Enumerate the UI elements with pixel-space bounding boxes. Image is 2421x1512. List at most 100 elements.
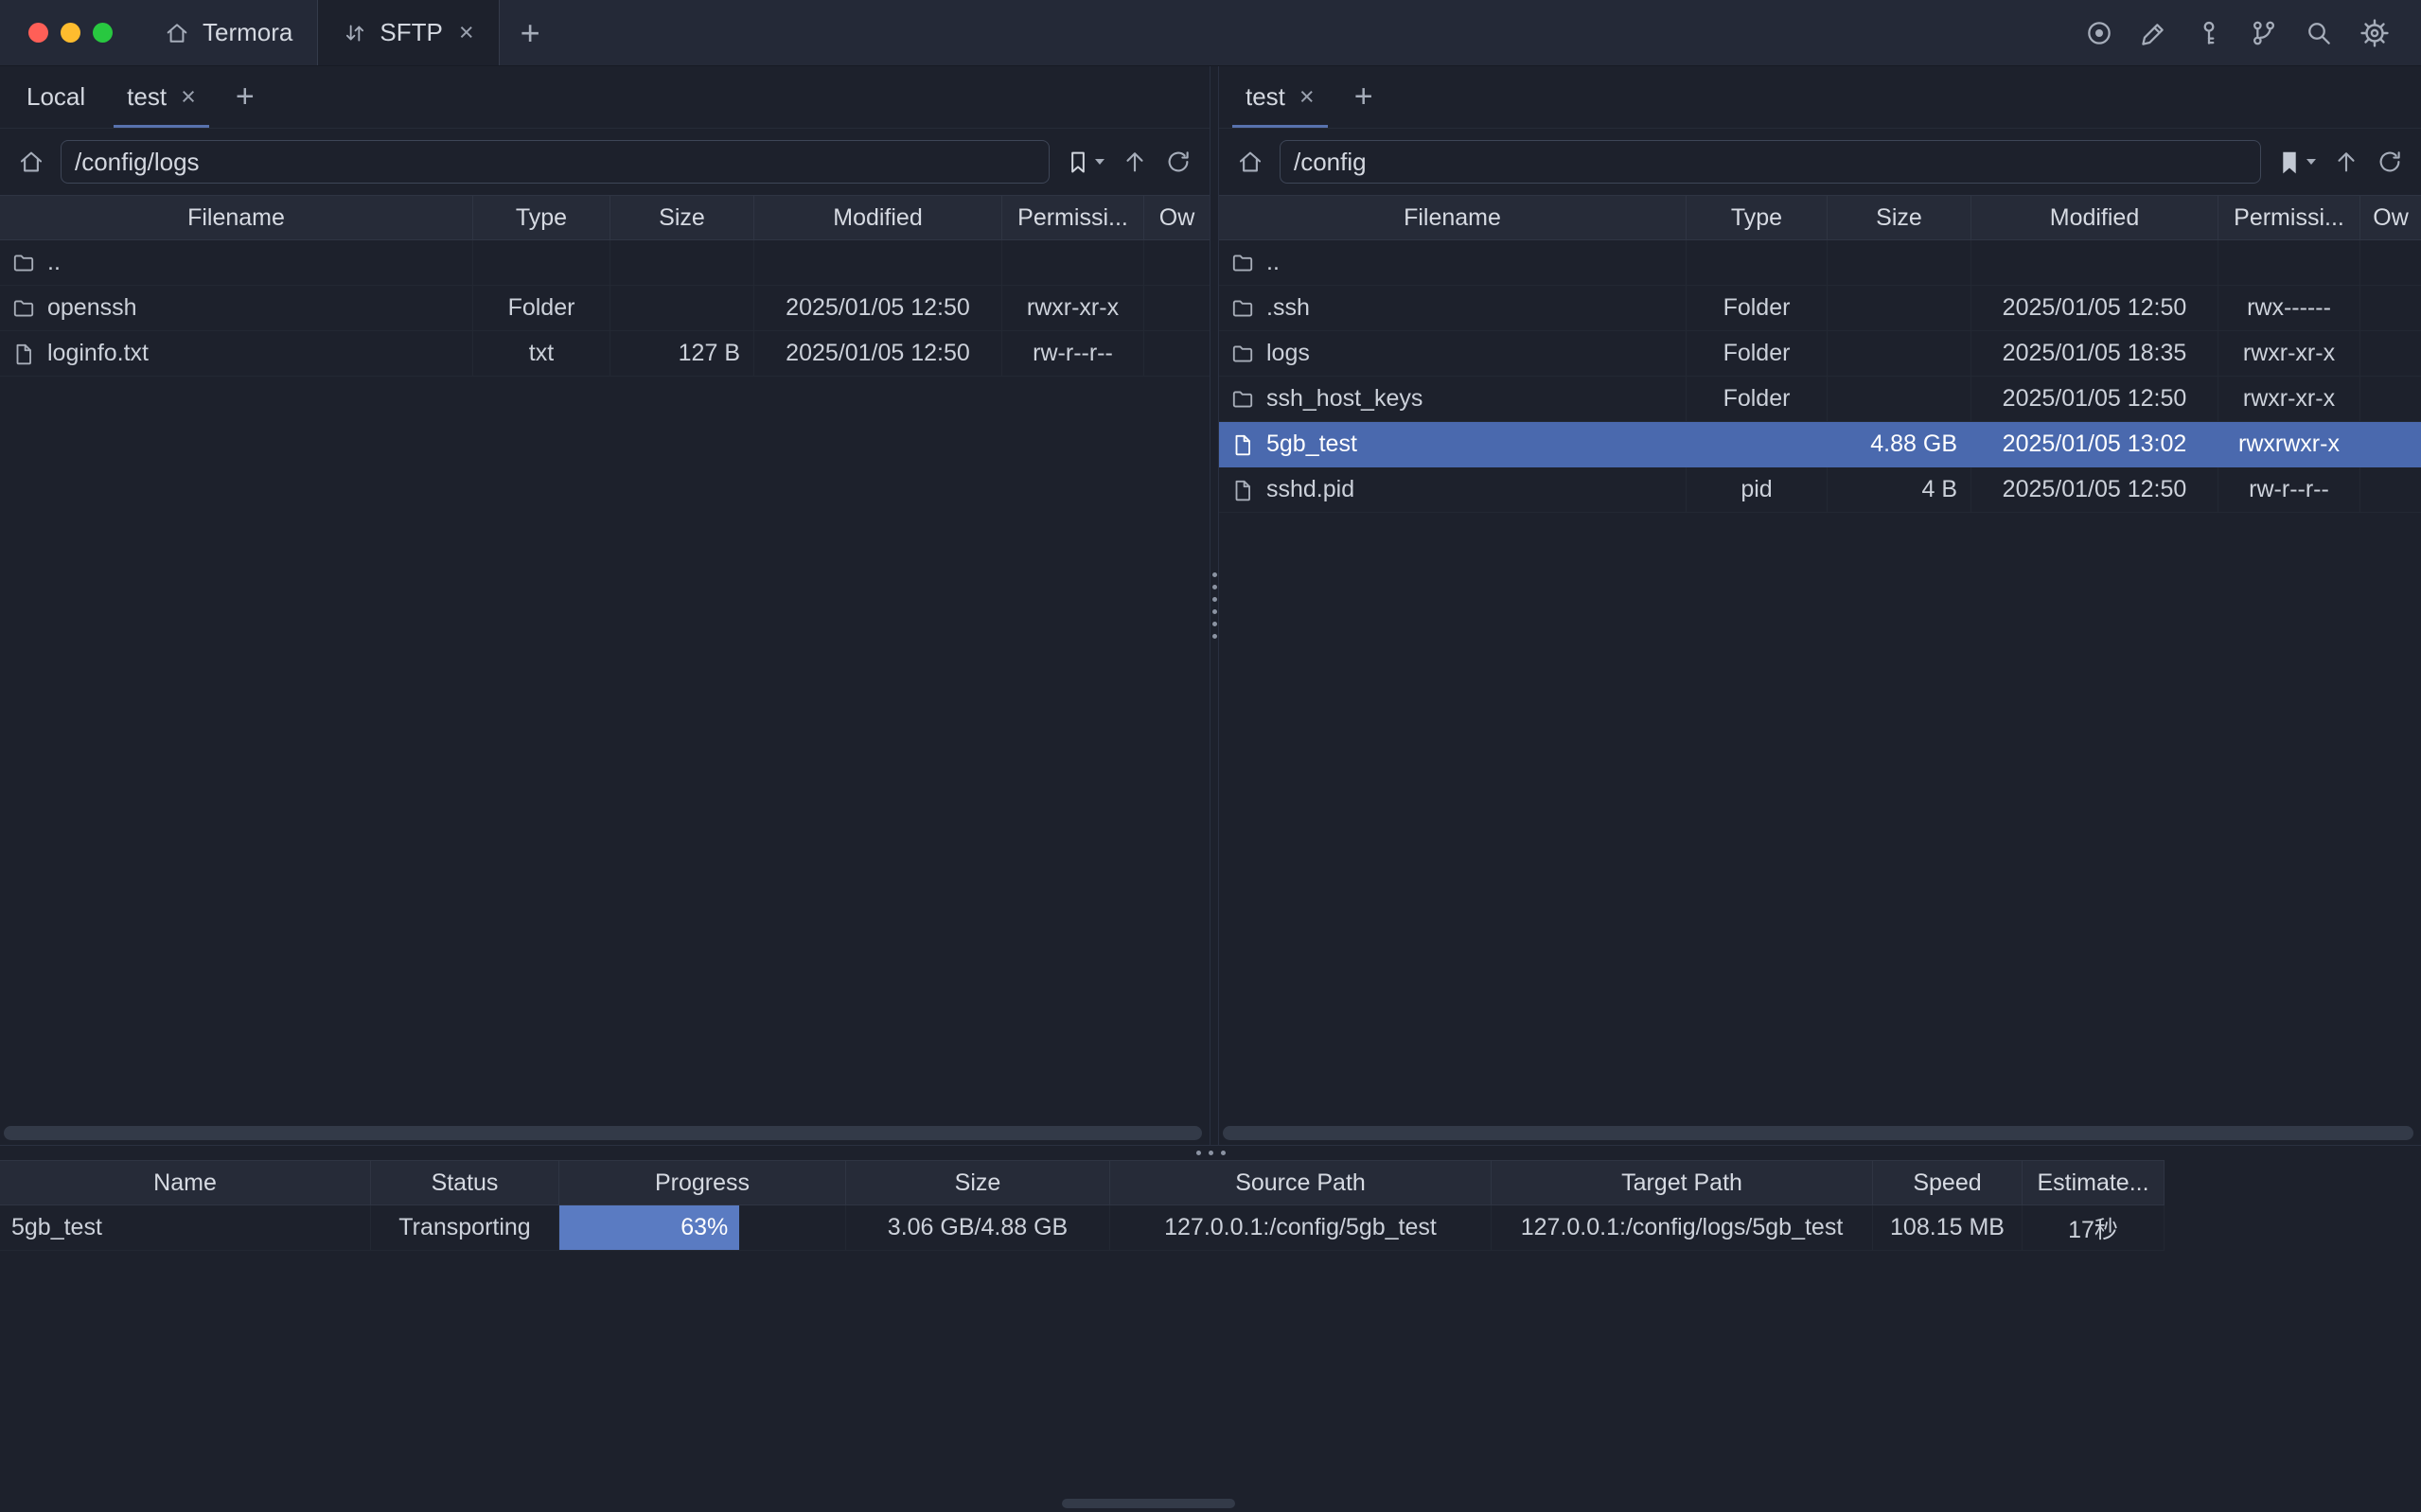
record-icon[interactable] bbox=[2084, 18, 2114, 48]
file-row[interactable]: openssh Folder 2025/01/05 12:50 rwxr-xr-… bbox=[0, 286, 1210, 331]
left-col-filename[interactable]: Filename bbox=[0, 196, 473, 239]
file-row[interactable]: .ssh Folder 2025/01/05 12:50 rwx------ bbox=[1219, 286, 2421, 331]
right-pane-tabs: test × + bbox=[1219, 66, 2421, 129]
left-tab-test[interactable]: test × bbox=[106, 66, 217, 128]
cell-size: 127 B bbox=[610, 331, 754, 377]
left-up-directory-button[interactable] bbox=[1121, 148, 1149, 176]
left-file-table-header: Filename Type Size Modified Permissi... … bbox=[0, 195, 1210, 240]
cell-owner bbox=[1144, 331, 1210, 377]
right-file-table-header: Filename Type Size Modified Permissi... … bbox=[1219, 195, 2421, 240]
transfer-progress-cell: 63% bbox=[559, 1205, 846, 1251]
left-bookmark-caret-icon bbox=[1094, 158, 1105, 166]
splitter-grip-dot bbox=[1212, 572, 1217, 577]
cell-modified bbox=[1971, 240, 2218, 286]
right-horizontal-scrollbar[interactable] bbox=[1223, 1126, 2413, 1140]
cell-size bbox=[610, 286, 754, 331]
transfer-progress-fill: 63% bbox=[559, 1205, 739, 1250]
cell-permissions: rwxr-xr-x bbox=[2218, 377, 2360, 422]
transfer-col-speed[interactable]: Speed bbox=[1873, 1161, 2023, 1204]
transfer-name: 5gb_test bbox=[0, 1205, 371, 1251]
tab-sftp-close-icon[interactable]: × bbox=[459, 18, 474, 47]
cell-size: 4.88 GB bbox=[1828, 422, 1971, 467]
left-col-type[interactable]: Type bbox=[473, 196, 610, 239]
left-pane-tabs: Local test × + bbox=[0, 66, 1210, 129]
cell-modified: 2025/01/05 18:35 bbox=[1971, 331, 2218, 377]
left-refresh-button[interactable] bbox=[1164, 148, 1193, 176]
left-horizontal-scrollbar[interactable] bbox=[4, 1126, 1202, 1140]
left-home-button[interactable] bbox=[17, 148, 45, 176]
right-col-type[interactable]: Type bbox=[1687, 196, 1828, 239]
right-refresh-button[interactable] bbox=[2376, 148, 2404, 176]
minimize-window-button[interactable] bbox=[61, 23, 80, 43]
transfer-row[interactable]: 5gb_test Transporting 63% 3.06 GB/4.88 G… bbox=[0, 1205, 2165, 1251]
transfer-col-name[interactable]: Name bbox=[0, 1161, 371, 1204]
cell-modified: 2025/01/05 12:50 bbox=[754, 331, 1002, 377]
left-new-tab-button[interactable]: + bbox=[217, 66, 274, 128]
transfer-col-progress[interactable]: Progress bbox=[559, 1161, 846, 1204]
new-tab-button[interactable]: + bbox=[500, 0, 561, 65]
transfer-col-target[interactable]: Target Path bbox=[1492, 1161, 1873, 1204]
file-row[interactable]: ssh_host_keys Folder 2025/01/05 12:50 rw… bbox=[1219, 377, 2421, 422]
right-new-tab-button[interactable]: + bbox=[1335, 66, 1392, 128]
zoom-window-button[interactable] bbox=[93, 23, 113, 43]
left-bookmark-button[interactable] bbox=[1065, 149, 1105, 175]
edit-icon[interactable] bbox=[2139, 18, 2169, 48]
right-path-input[interactable] bbox=[1280, 140, 2261, 184]
right-file-list-empty-area bbox=[1219, 513, 2421, 1145]
file-row[interactable]: .. bbox=[0, 240, 1210, 286]
transfer-speed: 108.15 MB bbox=[1873, 1205, 2023, 1251]
folder-icon bbox=[11, 296, 36, 321]
cell-owner bbox=[2360, 240, 2421, 286]
cell-size bbox=[1828, 377, 1971, 422]
right-col-filename[interactable]: Filename bbox=[1219, 196, 1687, 239]
settings-gear-icon[interactable] bbox=[2359, 17, 2391, 49]
left-col-size[interactable]: Size bbox=[610, 196, 754, 239]
cell-type: Folder bbox=[1687, 331, 1828, 377]
cell-modified: 2025/01/05 13:02 bbox=[1971, 422, 2218, 467]
left-tab-test-close-icon[interactable]: × bbox=[181, 82, 196, 112]
tab-sftp[interactable]: SFTP × bbox=[317, 0, 499, 65]
bookmark-filled-icon bbox=[2276, 149, 2303, 175]
transfer-col-source[interactable]: Source Path bbox=[1110, 1161, 1492, 1204]
left-path-input[interactable] bbox=[61, 140, 1050, 184]
transfer-status: Transporting bbox=[371, 1205, 559, 1251]
file-row[interactable]: loginfo.txt txt 127 B 2025/01/05 12:50 r… bbox=[0, 331, 1210, 377]
transfer-col-status[interactable]: Status bbox=[371, 1161, 559, 1204]
right-col-modified[interactable]: Modified bbox=[1971, 196, 2218, 239]
transfer-col-estimate[interactable]: Estimate... bbox=[2023, 1161, 2165, 1204]
transfer-horizontal-scrollbar[interactable] bbox=[1062, 1499, 1235, 1508]
cell-owner bbox=[2360, 331, 2421, 377]
close-window-button[interactable] bbox=[28, 23, 48, 43]
key-icon[interactable] bbox=[2194, 18, 2224, 48]
cell-type bbox=[473, 240, 610, 286]
home-icon bbox=[164, 20, 190, 46]
right-col-size[interactable]: Size bbox=[1828, 196, 1971, 239]
search-icon[interactable] bbox=[2304, 18, 2334, 48]
left-tab-local[interactable]: Local bbox=[6, 66, 106, 128]
tab-termora[interactable]: Termora bbox=[139, 0, 317, 65]
right-home-button[interactable] bbox=[1236, 148, 1264, 176]
right-bookmark-button[interactable] bbox=[2276, 149, 2317, 175]
splitter-grip-dot bbox=[1212, 597, 1217, 602]
right-path-bar bbox=[1219, 129, 2421, 195]
left-col-owner[interactable]: Ow bbox=[1144, 196, 1210, 239]
branch-icon[interactable] bbox=[2249, 18, 2279, 48]
right-tab-test-close-icon[interactable]: × bbox=[1299, 82, 1315, 112]
left-col-permissions[interactable]: Permissi... bbox=[1002, 196, 1144, 239]
right-col-permissions[interactable]: Permissi... bbox=[2218, 196, 2360, 239]
file-row[interactable]: logs Folder 2025/01/05 18:35 rwxr-xr-x bbox=[1219, 331, 2421, 377]
right-up-directory-button[interactable] bbox=[2332, 148, 2360, 176]
horizontal-splitter[interactable] bbox=[0, 1145, 2421, 1160]
tab-sftp-label: SFTP bbox=[380, 18, 442, 47]
vertical-splitter[interactable] bbox=[1210, 66, 1219, 1145]
file-row-selected[interactable]: 5gb_test 4.88 GB 2025/01/05 13:02 rwxrwx… bbox=[1219, 422, 2421, 467]
left-col-modified[interactable]: Modified bbox=[754, 196, 1002, 239]
splitter-grip-dot bbox=[1196, 1151, 1201, 1155]
folder-icon bbox=[1230, 387, 1255, 412]
cell-type bbox=[1687, 422, 1828, 467]
transfer-col-size[interactable]: Size bbox=[846, 1161, 1110, 1204]
file-row[interactable]: .. bbox=[1219, 240, 2421, 286]
file-row[interactable]: sshd.pid pid 4 B 2025/01/05 12:50 rw-r--… bbox=[1219, 467, 2421, 513]
right-col-owner[interactable]: Ow bbox=[2360, 196, 2421, 239]
right-tab-test[interactable]: test × bbox=[1225, 66, 1335, 128]
